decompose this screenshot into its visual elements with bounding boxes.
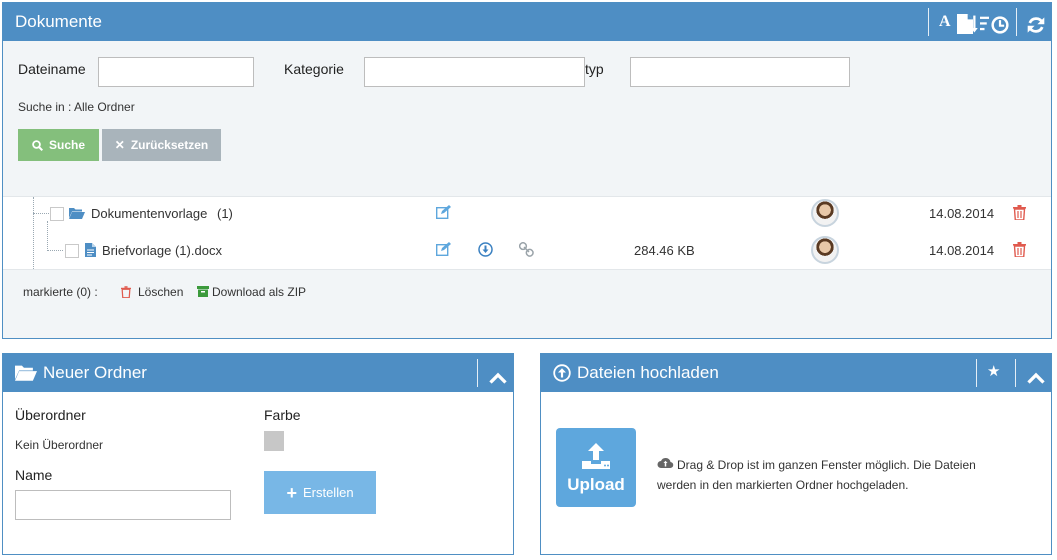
download-icon[interactable] xyxy=(478,242,493,257)
upload-info-line2: werden in den markierten Ordner hochgela… xyxy=(657,478,909,492)
type-input[interactable] xyxy=(630,57,850,87)
folder-count: (1) xyxy=(217,206,233,221)
search-button[interactable]: Suche xyxy=(18,129,99,161)
link-icon[interactable] xyxy=(519,242,534,257)
file-icon xyxy=(85,243,96,257)
header-separator xyxy=(928,8,929,36)
category-label: Kategorie xyxy=(284,61,344,77)
tree-line xyxy=(33,213,49,214)
new-folder-title: Neuer Ordner xyxy=(43,363,147,382)
avatar xyxy=(811,236,839,264)
documents-panel: Dokumente A Dateiname Kategorie typ Such… xyxy=(2,2,1052,339)
file-table: Dokumentenvorlage (1) 14.08.2014 Briefvo… xyxy=(3,196,1051,270)
download-zip-link[interactable]: Download als ZIP xyxy=(212,285,306,299)
trash-icon[interactable] xyxy=(1013,242,1026,257)
archive-icon xyxy=(197,286,209,297)
trash-icon xyxy=(121,286,131,298)
chevron-up-icon[interactable] xyxy=(1027,368,1045,388)
category-input[interactable] xyxy=(364,57,585,87)
header-separator xyxy=(1015,359,1016,387)
file-size: 284.46 KB xyxy=(634,243,695,258)
avatar xyxy=(811,199,839,227)
clock-icon[interactable] xyxy=(991,15,1009,35)
edit-icon[interactable] xyxy=(436,205,452,219)
filename-input[interactable] xyxy=(98,57,254,87)
folder-open-icon xyxy=(69,208,85,219)
trash-icon[interactable] xyxy=(1013,205,1026,220)
name-label: Name xyxy=(15,467,53,483)
font-icon[interactable]: A xyxy=(939,13,957,33)
row-checkbox[interactable] xyxy=(50,207,64,221)
plus-icon: + xyxy=(286,482,297,503)
color-swatch[interactable] xyxy=(264,431,284,451)
upload-info-line1: Drag & Drop ist im ganzen Fenster möglic… xyxy=(677,458,976,472)
parent-folder-label: Überordner xyxy=(15,407,86,423)
type-label: typ xyxy=(585,61,604,77)
delete-selected-link[interactable]: Löschen xyxy=(138,285,183,299)
new-folder-header: Neuer Ordner xyxy=(3,354,513,392)
documents-title: Dokumente xyxy=(15,12,102,31)
header-separator xyxy=(976,359,977,387)
marked-count-label: markierte (0) : xyxy=(23,285,98,299)
documents-header: Dokumente A xyxy=(3,3,1051,41)
color-label: Farbe xyxy=(264,407,301,423)
file-name[interactable]: Briefvorlage (1).docx xyxy=(102,243,222,258)
filename-label: Dateiname xyxy=(18,61,86,77)
search-in-link[interactable]: Alle Ordner xyxy=(74,100,135,114)
upload-title: Dateien hochladen xyxy=(577,363,719,382)
edit-icon[interactable] xyxy=(436,242,452,256)
star-icon[interactable]: ★ xyxy=(987,362,1005,382)
upload-button-label: Upload xyxy=(567,474,625,494)
reset-button-label: Zurücksetzen xyxy=(130,138,209,152)
search-button-label: Suche xyxy=(48,138,85,152)
chevron-up-icon[interactable] xyxy=(489,368,507,388)
upload-panel: Dateien hochladen ★ Upload Drag & Drop i… xyxy=(540,353,1052,555)
upload-tray-icon xyxy=(582,442,610,469)
folder-open-icon xyxy=(15,365,37,381)
parent-folder-select[interactable]: Kein Überordner xyxy=(15,438,103,452)
folder-name[interactable]: Dokumentenvorlage xyxy=(91,206,207,221)
tree-line xyxy=(47,221,48,251)
cloud-upload-icon xyxy=(657,457,674,469)
create-button-label: Erstellen xyxy=(302,485,354,500)
row-checkbox[interactable] xyxy=(65,244,79,258)
new-folder-panel: Neuer Ordner Überordner Kein Überordner … xyxy=(2,353,514,555)
folder-name-input[interactable] xyxy=(15,490,231,520)
create-folder-button[interactable]: + Erstellen xyxy=(264,471,376,514)
row-date: 14.08.2014 xyxy=(929,243,995,258)
close-icon: ✕ xyxy=(114,138,125,152)
sort-icon[interactable] xyxy=(971,14,989,34)
search-icon xyxy=(32,139,43,151)
row-date: 14.08.2014 xyxy=(929,206,995,221)
tree-line xyxy=(33,197,34,269)
reset-button[interactable]: ✕ Zurücksetzen xyxy=(102,129,221,161)
tree-line xyxy=(47,250,63,251)
refresh-icon[interactable] xyxy=(1027,15,1045,35)
upload-button[interactable]: Upload xyxy=(556,428,636,507)
upload-circle-icon xyxy=(553,364,571,382)
upload-header: Dateien hochladen ★ xyxy=(541,354,1051,392)
header-separator xyxy=(477,359,478,387)
header-separator xyxy=(1016,8,1017,36)
search-in-label: Suche in : xyxy=(18,100,72,114)
